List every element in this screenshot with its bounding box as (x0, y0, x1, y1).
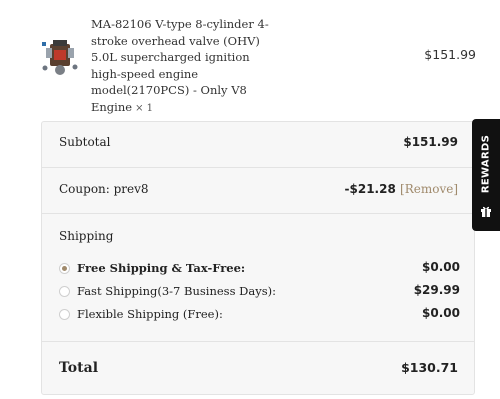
divider (42, 167, 474, 168)
product-price: $151.99 (424, 47, 476, 62)
subtotal-value: $151.99 (403, 135, 458, 149)
divider (42, 341, 474, 342)
shipping-radio-free[interactable] (59, 263, 70, 274)
shipping-radio-fast[interactable] (59, 286, 70, 297)
total-label: Total (59, 360, 99, 376)
shipping-option-price: $29.99 (413, 283, 460, 297)
order-summary: Subtotal $151.99 Coupon: prev8 -$21.28 [… (41, 121, 475, 395)
total-value: $130.71 (401, 360, 458, 375)
shipping-radio-flexible[interactable] (59, 309, 70, 320)
shipping-option-free[interactable]: Free Shipping & Tax-Free: $0.00 (59, 260, 460, 278)
coupon-label: Coupon: prev8 (59, 182, 149, 196)
coupon-value-group: -$21.28 [Remove] (345, 182, 458, 196)
shipping-option-fast[interactable]: Fast Shipping(3-7 Business Days): $29.99 (59, 283, 460, 301)
shipping-label: Shipping (59, 229, 114, 243)
shipping-option-label[interactable]: Fast Shipping(3-7 Business Days): (77, 284, 276, 298)
coupon-value: -$21.28 (344, 182, 396, 196)
shipping-option-label[interactable]: Flexible Shipping (Free): (77, 307, 223, 321)
product-title[interactable]: MA-82106 V-type 8-cylinder 4-stroke over… (91, 16, 271, 117)
divider (42, 213, 474, 214)
product-title-text[interactable]: MA-82106 V-type 8-cylinder 4-stroke over… (91, 17, 269, 114)
rewards-label[interactable]: REWARDS (481, 135, 492, 193)
shipping-option-price: $0.00 (422, 306, 460, 320)
shipping-option-flexible[interactable]: Flexible Shipping (Free): $0.00 (59, 306, 460, 324)
engine-model-thumbnail[interactable] (40, 36, 80, 78)
subtotal-label: Subtotal (59, 135, 111, 149)
cart-product-row: MA-82106 V-type 8-cylinder 4-stroke over… (0, 0, 500, 114)
rewards-tab[interactable]: REWARDS (472, 119, 500, 231)
gift-icon (481, 206, 491, 217)
product-quantity: × 1 (135, 102, 153, 114)
shipping-option-label[interactable]: Free Shipping & Tax-Free: (77, 261, 245, 275)
shipping-option-price: $0.00 (422, 260, 460, 274)
remove-coupon-link[interactable]: [Remove] (400, 182, 458, 196)
